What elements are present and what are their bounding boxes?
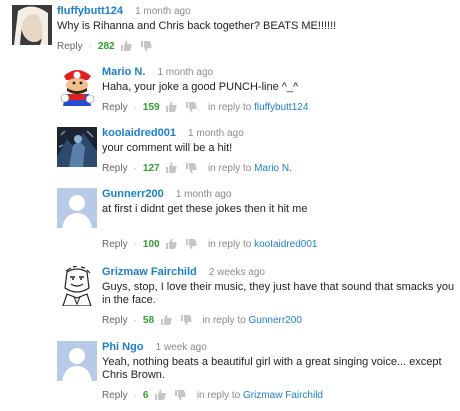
in-reply-to: in reply to fluffybutt124 <box>208 102 308 113</box>
separator: · <box>133 163 137 174</box>
in-reply-to-prefix: in reply to <box>196 390 241 401</box>
like-count: 6 <box>142 390 149 401</box>
separator: · <box>88 41 92 52</box>
in-reply-to-prefix: in reply to <box>207 239 252 250</box>
like-count: 58 <box>142 315 155 326</box>
comment-timestamp[interactable]: 1 month ago <box>135 6 191 17</box>
comment-author[interactable]: Grizmaw Fairchild <box>102 266 197 278</box>
comment-author[interactable]: Gunnerr200 <box>102 188 164 200</box>
separator: · <box>133 315 137 326</box>
like-count: 282 <box>97 41 115 52</box>
reply-button[interactable]: Reply <box>102 163 128 174</box>
comment-author[interactable]: Mario N. <box>102 66 145 78</box>
in-reply-to-prefix: in reply to <box>207 163 252 174</box>
comment: Gunnerr200 1 month ago at first i didnt … <box>57 188 452 250</box>
comment-timestamp[interactable]: 2 weeks ago <box>209 267 265 278</box>
thumbs-up-icon[interactable] <box>155 389 166 404</box>
in-reply-to: in reply to Grizmaw Fairchild <box>197 390 323 401</box>
comment-text: Haha, your joke a good PUNCH-line ^_^ <box>102 81 299 93</box>
comment-timestamp[interactable]: 1 week ago <box>156 342 207 353</box>
comment-text: at first i didnt get these jokes then it… <box>102 203 308 215</box>
comment-author[interactable]: fluffybutt124 <box>57 5 123 17</box>
reply-button[interactable]: Reply <box>102 390 128 401</box>
comment-text: Why is Rihanna and Chris back together? … <box>57 20 337 32</box>
separator: · <box>133 102 137 113</box>
separator: · <box>133 390 137 401</box>
user-avatar[interactable] <box>57 66 97 106</box>
user-avatar[interactable] <box>57 127 97 167</box>
thumbs-up-icon[interactable] <box>166 101 178 116</box>
user-avatar[interactable] <box>57 266 97 306</box>
comment-text: Guys, stop, I love their music, they jus… <box>102 281 455 306</box>
comment: Mario N. 1 month ago Haha, your joke a g… <box>57 66 452 113</box>
comment: Grizmaw Fairchild 2 weeks ago Guys, stop… <box>57 266 454 329</box>
thumbs-up-icon[interactable] <box>160 314 172 329</box>
comment: fluffybutt124 1 month ago Why is Rihanna… <box>12 5 452 52</box>
comment-author[interactable]: kooIaidred001 <box>102 127 176 139</box>
thumbs-down-icon[interactable] <box>186 239 197 254</box>
in-reply-to-link[interactable]: kooIaidred001 <box>254 239 317 250</box>
comment: kooIaidred001 1 month ago your comment w… <box>57 127 452 174</box>
comment: Phi Ngo 1 week ago Yeah, nothing beats a… <box>57 341 452 401</box>
reply-button[interactable]: Reply <box>102 239 128 250</box>
thumbs-down-icon[interactable] <box>186 163 197 178</box>
in-reply-to: in reply to Mario N. <box>208 163 292 174</box>
like-count: 127 <box>142 163 160 174</box>
thumbs-up-icon[interactable] <box>166 238 178 253</box>
like-count: 159 <box>142 102 160 113</box>
in-reply-to: in reply to kooIaidred001 <box>208 239 318 250</box>
thumbs-down-icon[interactable] <box>186 102 197 117</box>
comment-text: your comment will be a hit! <box>102 142 233 154</box>
comment-timestamp[interactable]: 1 month ago <box>157 67 213 78</box>
like-count: 100 <box>142 239 160 250</box>
in-reply-to-prefix: in reply to <box>207 102 252 113</box>
reply-button[interactable]: Reply <box>102 315 128 326</box>
in-reply-to-link[interactable]: fluffybutt124 <box>254 102 308 113</box>
default-user-avatar-icon[interactable] <box>57 188 97 228</box>
in-reply-to-link[interactable]: Mario N. <box>254 163 292 174</box>
thumbs-up-icon[interactable] <box>166 162 178 177</box>
default-user-avatar-icon[interactable] <box>57 341 97 381</box>
thumbs-down-icon[interactable] <box>180 315 192 330</box>
comment-timestamp[interactable]: 1 month ago <box>188 128 244 139</box>
reply-button[interactable]: Reply <box>102 102 128 113</box>
reply-button[interactable]: Reply <box>57 41 83 52</box>
thumbs-down-icon[interactable] <box>141 41 152 56</box>
comment-timestamp[interactable]: 1 month ago <box>176 189 232 200</box>
in-reply-to: in reply to Gunnerr200 <box>202 315 302 326</box>
comment-text: Yeah, nothing beats a beautiful girl wit… <box>102 356 442 381</box>
comment-author[interactable]: Phi Ngo <box>102 341 144 353</box>
in-reply-to-link[interactable]: Grizmaw Fairchild <box>243 390 323 401</box>
in-reply-to-link[interactable]: Gunnerr200 <box>249 315 302 326</box>
separator: · <box>133 239 137 250</box>
thumbs-down-icon[interactable] <box>175 390 186 405</box>
thumbs-up-icon[interactable] <box>121 40 133 55</box>
in-reply-to-prefix: in reply to <box>202 315 246 326</box>
user-avatar[interactable] <box>12 5 52 45</box>
